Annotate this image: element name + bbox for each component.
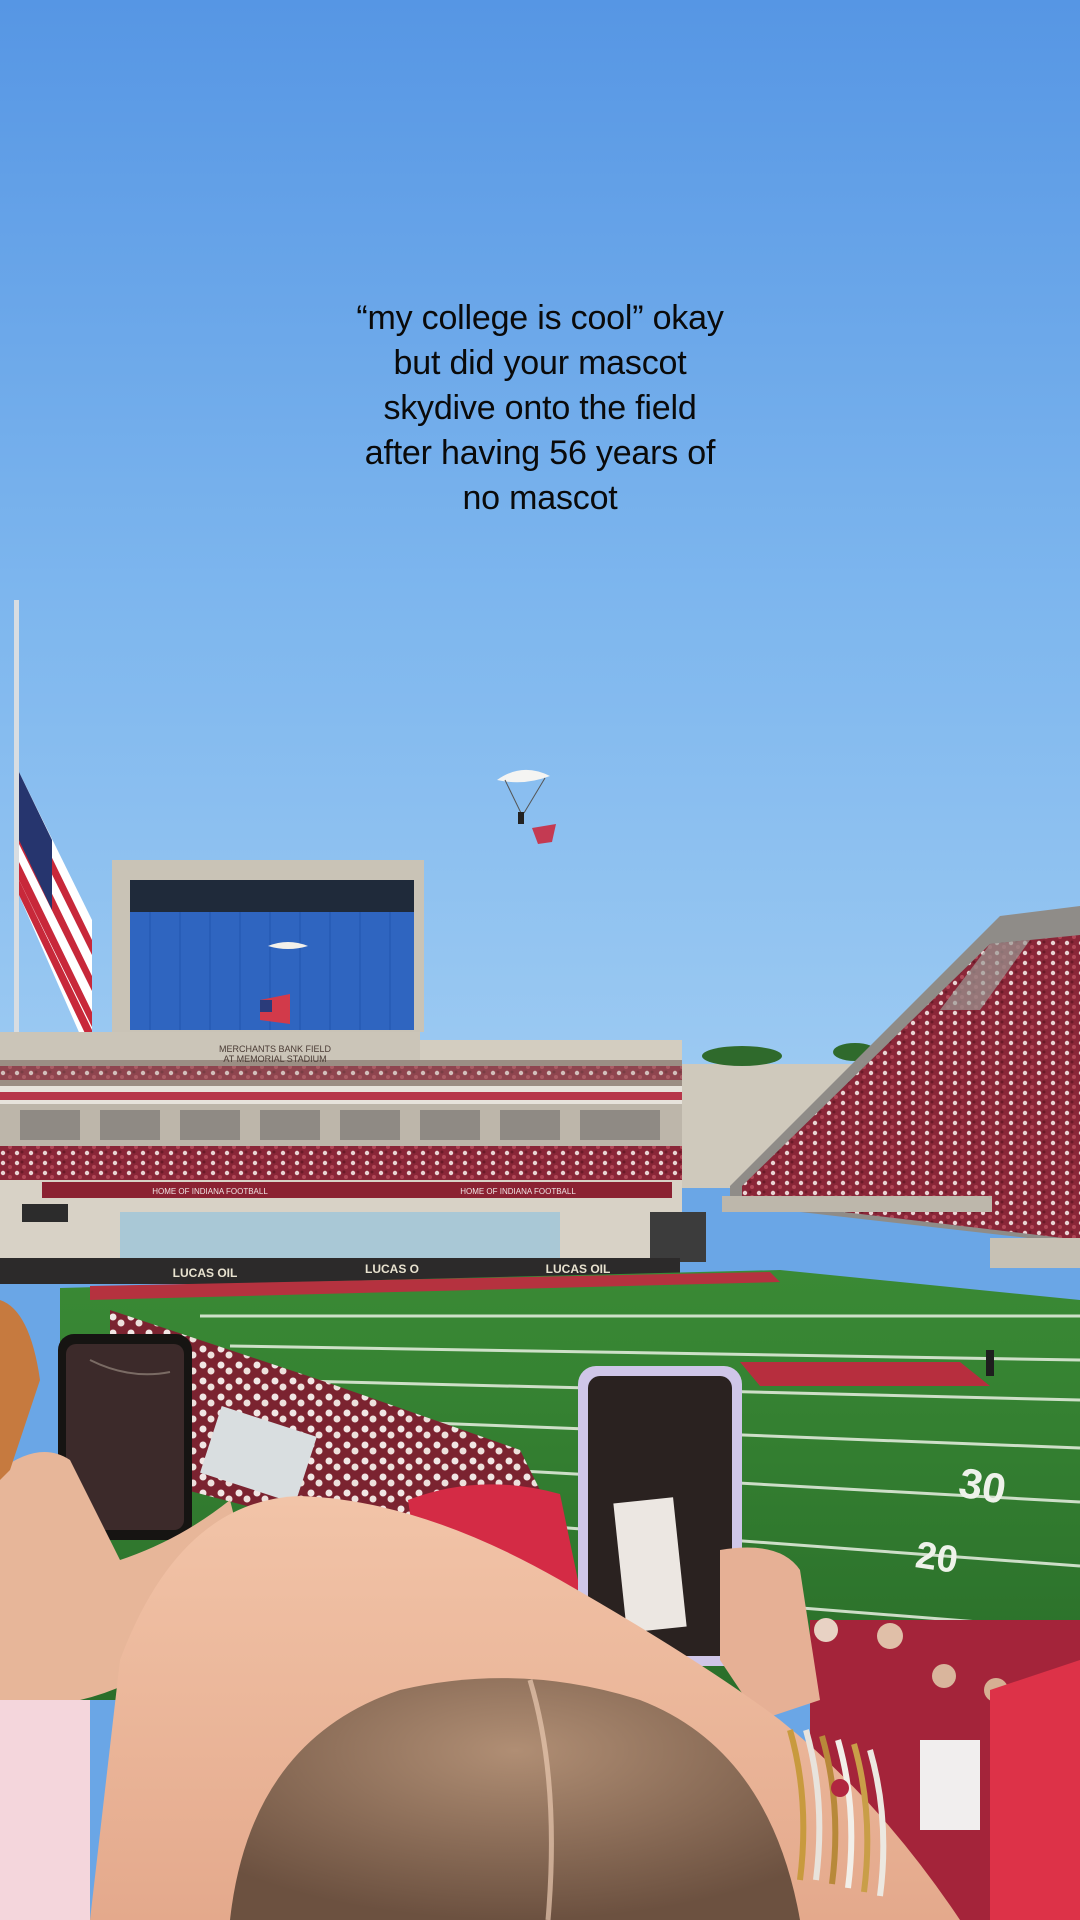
sponsor-lucas-oil-right: LUCAS OIL <box>546 1262 611 1276</box>
sponsor-lucas-oil-left: LUCAS OIL <box>173 1266 238 1280</box>
home-of-indiana-banner-left: HOME OF INDIANA FOOTBALL <box>152 1187 268 1196</box>
flagpole <box>14 600 19 1080</box>
caption-line-1: “my college is cool” okay <box>356 299 724 337</box>
sponsor-lucas-oil-middle: LUCAS O <box>365 1262 419 1276</box>
scoreboard-tower <box>112 860 424 1032</box>
overlay-caption: “my college is cool” okay but did your m… <box>240 296 840 521</box>
caption-line-5: no mascot <box>462 479 618 517</box>
stadium-scene: MERCHANTS BANK FIELD AT MEMORIAL STADIUM… <box>0 0 1080 1920</box>
yard-number-20: 20 <box>913 1534 961 1581</box>
photo-frame: MERCHANTS BANK FIELD AT MEMORIAL STADIUM… <box>0 0 1080 1920</box>
stadium-name-sign-line2: AT MEMORIAL STADIUM <box>223 1054 326 1064</box>
home-of-indiana-banner-right: HOME OF INDIANA FOOTBALL <box>460 1187 576 1196</box>
caption-line-2: but did your mascot <box>393 344 687 382</box>
stadium-name-sign-line1: MERCHANTS BANK FIELD <box>219 1044 332 1054</box>
left-person-hair <box>0 1300 40 1480</box>
yard-number-30: 30 <box>955 1459 1009 1513</box>
press-box-building <box>0 1032 857 1262</box>
caption-line-3: skydive onto the field <box>383 389 697 427</box>
caption-line-4: after having 56 years of <box>364 434 716 472</box>
trees <box>702 1046 782 1066</box>
